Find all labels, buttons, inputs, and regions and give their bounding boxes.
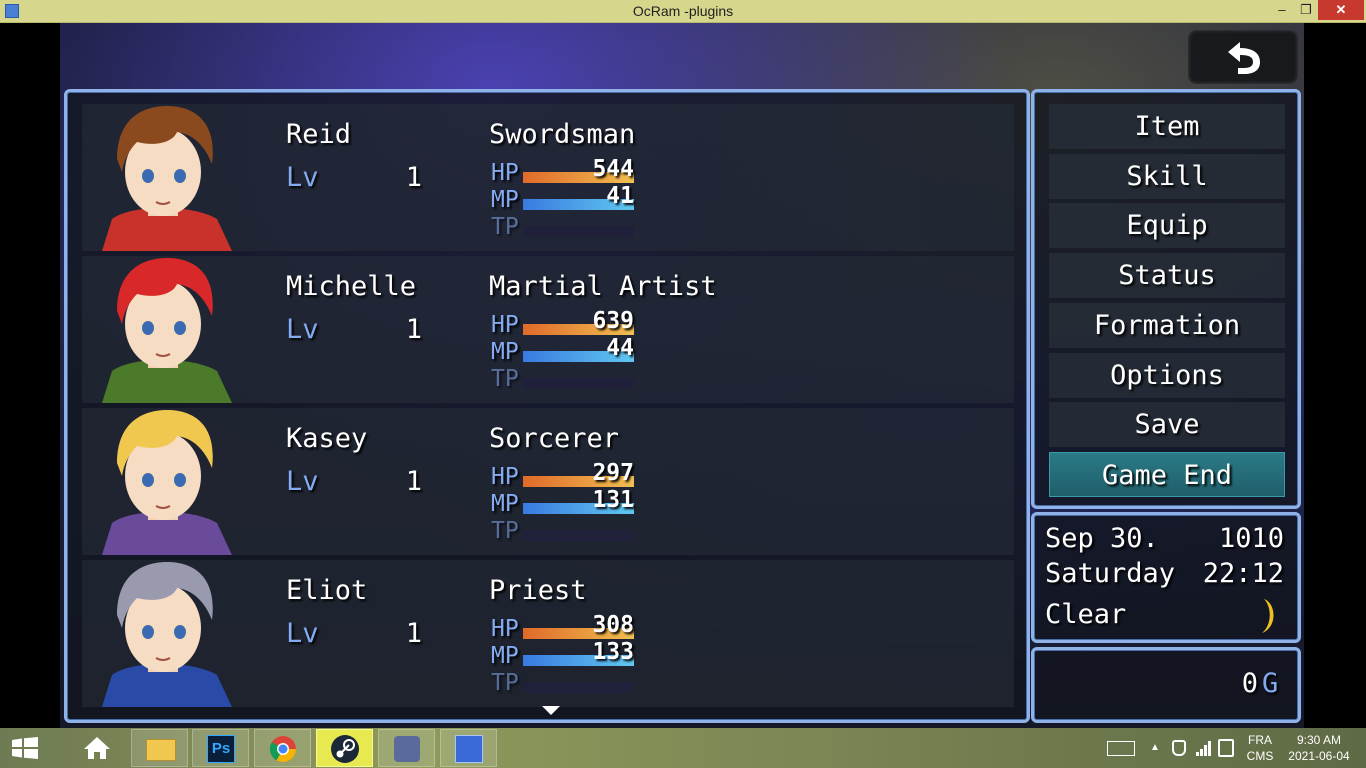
gold-window: 0 G <box>1031 647 1301 723</box>
level-value: 1 <box>405 618 422 649</box>
tp-gauge <box>523 682 634 693</box>
weather-label: Clear <box>1045 599 1127 630</box>
file-explorer-icon[interactable] <box>131 729 188 767</box>
mp-label: MP <box>491 491 519 517</box>
menu-command-skill[interactable]: Skill <box>1049 153 1285 199</box>
show-hidden-icons-chevron-icon[interactable]: ▲ <box>1150 742 1160 753</box>
photoshop-icon[interactable]: Ps <box>192 729 249 767</box>
actor-class: Sorcerer <box>489 423 620 454</box>
close-button[interactable]: ✕ <box>1318 0 1364 20</box>
hp-value: 544 <box>592 156 634 182</box>
windows-taskbar: Ps ▲ FRA CMS 9:30 AM 2021-06-04 <box>0 728 1366 768</box>
crescent-moon-icon <box>1262 599 1274 633</box>
weekday-label: Saturday <box>1045 558 1176 589</box>
actor-portrait <box>82 104 245 251</box>
actor-row[interactable]: Michelle Lv 1 Martial Artist HP 639 MP 4… <box>82 256 1014 403</box>
tp-gauge <box>523 378 634 389</box>
back-button[interactable] <box>1188 30 1298 84</box>
level-label: Lv <box>286 466 319 497</box>
hp-value: 297 <box>592 460 634 486</box>
mp-label: MP <box>491 339 519 365</box>
level-value: 1 <box>405 162 422 193</box>
chrome-icon[interactable] <box>254 729 311 767</box>
party-status-window: Reid Lv 1 Swordsman HP 544 MP 41 TP Mich… <box>64 89 1030 723</box>
tp-label: TP <box>491 518 519 544</box>
scroll-down-arrow-icon[interactable] <box>542 706 560 715</box>
menu-command-status[interactable]: Status <box>1049 253 1285 299</box>
calendar-year: 1010 <box>1218 523 1284 554</box>
keyboard-icon[interactable] <box>1107 741 1135 756</box>
actor-portrait <box>82 408 245 555</box>
mp-value: 41 <box>606 183 634 209</box>
actor-class: Priest <box>489 575 587 606</box>
calendar-date: Sep 30. <box>1045 523 1159 554</box>
level-label: Lv <box>286 162 319 193</box>
hp-label: HP <box>491 464 519 490</box>
menu-command-equip[interactable]: Equip <box>1049 203 1285 249</box>
back-arrow-icon <box>1228 42 1260 74</box>
hp-value: 639 <box>592 308 634 334</box>
date-time-window: Sep 30. 1010 Saturday 22:12 Clear <box>1031 512 1301 643</box>
gold-amount: 0 <box>1241 668 1258 699</box>
actor-name: Eliot <box>286 575 368 606</box>
game-app-icon[interactable] <box>378 729 435 767</box>
actor-row[interactable]: Reid Lv 1 Swordsman HP 544 MP 41 TP <box>82 104 1014 251</box>
window-title: OcRam -plugins <box>632 3 734 19</box>
network-signal-icon[interactable] <box>1196 740 1212 756</box>
tp-gauge <box>523 226 634 237</box>
level-label: Lv <box>286 314 319 345</box>
battery-icon[interactable] <box>1218 739 1234 757</box>
actor-portrait <box>82 560 245 707</box>
level-label: Lv <box>286 618 319 649</box>
mp-value: 44 <box>606 335 634 361</box>
gold-unit: G <box>1262 668 1279 699</box>
actor-name: Kasey <box>286 423 368 454</box>
actor-portrait <box>82 256 245 403</box>
tp-label: TP <box>491 214 519 240</box>
window-titlebar: OcRam -plugins ‒ ❐ ✕ <box>0 0 1366 23</box>
actor-name: Michelle <box>286 271 417 302</box>
clock-date-taskbar: 2021-06-04 <box>1288 749 1350 763</box>
mp-value: 133 <box>592 639 634 665</box>
language-code: FRA <box>1248 733 1272 747</box>
hp-label: HP <box>491 312 519 338</box>
level-value: 1 <box>405 466 422 497</box>
mp-value: 131 <box>592 487 634 513</box>
menu-command-formation[interactable]: Formation <box>1049 302 1285 348</box>
ime-code: CMS <box>1246 749 1274 763</box>
menu-command-item[interactable]: Item <box>1049 104 1285 149</box>
home-icon[interactable] <box>82 735 112 761</box>
steam-icon[interactable] <box>316 729 373 767</box>
actor-class: Swordsman <box>489 119 636 150</box>
system-clock[interactable]: 9:30 AM 2021-06-04 <box>1284 732 1354 764</box>
actor-row[interactable]: Kasey Lv 1 Sorcerer HP 297 MP 131 TP <box>82 408 1014 555</box>
hp-value: 308 <box>592 612 634 638</box>
menu-command-options[interactable]: Options <box>1049 352 1285 398</box>
actor-row[interactable]: Eliot Lv 1 Priest HP 308 MP 133 TP <box>82 560 1014 707</box>
menu-command-window: Item Skill Equip Status Formation Options Save… <box>1031 89 1301 509</box>
menu-command-save[interactable]: Save <box>1049 402 1285 448</box>
hp-label: HP <box>491 616 519 642</box>
clock-time-taskbar: 9:30 AM <box>1296 733 1342 747</box>
menu-command-game-end[interactable]: Game End <box>1049 451 1285 497</box>
tp-gauge <box>523 530 634 541</box>
mp-label: MP <box>491 187 519 213</box>
mp-label: MP <box>491 643 519 669</box>
tp-label: TP <box>491 670 519 696</box>
actor-class: Martial Artist <box>489 271 717 302</box>
volume-muted-icon[interactable] <box>1172 740 1186 756</box>
maximize-button[interactable]: ❐ <box>1294 0 1318 20</box>
hp-label: HP <box>491 160 519 186</box>
clock-time: 22:12 <box>1202 558 1284 589</box>
minimize-button[interactable]: ‒ <box>1270 0 1294 20</box>
windows-start-icon[interactable] <box>12 737 38 759</box>
rpg-maker-icon[interactable] <box>440 729 497 767</box>
game-canvas: Reid Lv 1 Swordsman HP 544 MP 41 TP Mich… <box>0 23 1366 728</box>
level-value: 1 <box>405 314 422 345</box>
input-language-indicator[interactable]: FRA CMS <box>1240 732 1280 764</box>
tp-label: TP <box>491 366 519 392</box>
actor-name: Reid <box>286 119 352 150</box>
